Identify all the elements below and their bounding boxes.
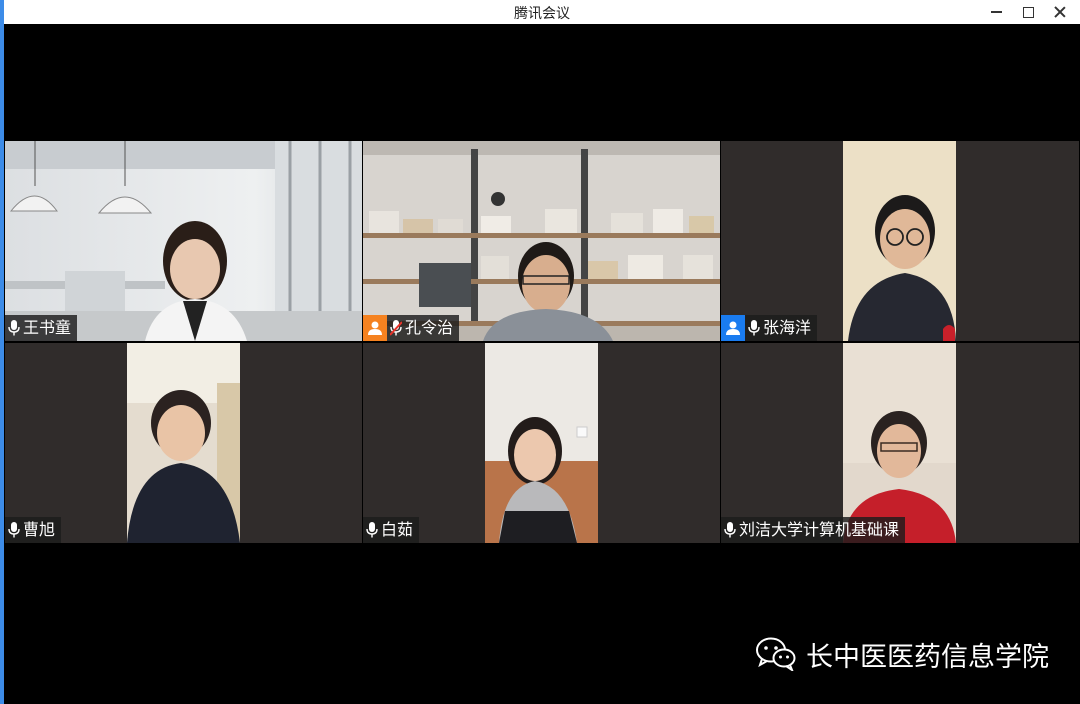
video-grid: 王书童 孔令治 张海洋 曹旭 白茹 刘洁大学计算机基础课 bbox=[5, 141, 1079, 543]
participant-name: 张海洋 bbox=[763, 318, 812, 337]
microphone-icon bbox=[366, 522, 378, 538]
participant-name: 王书童 bbox=[23, 318, 72, 337]
microphone-icon bbox=[8, 522, 20, 538]
close-icon bbox=[1054, 6, 1066, 18]
participant-name-tag: 白茹 bbox=[363, 517, 420, 543]
participant-name-tag: 王书童 bbox=[5, 315, 78, 341]
close-button[interactable] bbox=[1044, 0, 1076, 24]
participant-name: 孔令治 bbox=[405, 318, 454, 337]
video-feed bbox=[5, 141, 362, 341]
minimize-button[interactable] bbox=[980, 0, 1012, 24]
minimize-icon bbox=[990, 11, 1002, 13]
wechat-icon bbox=[756, 637, 796, 671]
participant-tile[interactable]: 王书童 bbox=[5, 141, 362, 341]
participant-name-tag: 张海洋 bbox=[721, 315, 818, 341]
title-bar[interactable]: 腾讯会议 bbox=[4, 0, 1080, 24]
video-feed bbox=[127, 343, 240, 543]
participant-tile[interactable]: 白茹 bbox=[363, 343, 720, 543]
microphone-icon bbox=[748, 320, 760, 336]
watermark: 长中医医药信息学院 bbox=[756, 634, 1049, 674]
maximize-button[interactable] bbox=[1012, 0, 1044, 24]
video-feed bbox=[843, 141, 956, 341]
participant-name: 白茹 bbox=[381, 520, 414, 539]
microphone-icon bbox=[8, 320, 20, 336]
watermark-text: 长中医医药信息学院 bbox=[806, 641, 1049, 673]
participant-name: 刘洁大学计算机基础课 bbox=[739, 520, 900, 539]
host-avatar-icon bbox=[363, 315, 387, 341]
video-feed bbox=[843, 343, 956, 543]
participant-name-tag: 曹旭 bbox=[5, 517, 62, 543]
participant-tile[interactable]: 张海洋 bbox=[721, 141, 1079, 341]
participant-name-tag: 孔令治 bbox=[363, 315, 460, 341]
cohost-avatar-icon bbox=[721, 315, 745, 341]
meeting-window: 腾讯会议 王书童 孔令治 张海洋 曹旭 白茹 刘洁大学计算机基础课 长中医医药信… bbox=[0, 0, 1080, 704]
participant-tile[interactable]: 曹旭 bbox=[5, 343, 362, 543]
video-feed bbox=[363, 141, 720, 341]
participant-name-tag: 刘洁大学计算机基础课 bbox=[721, 517, 906, 543]
video-feed bbox=[485, 343, 598, 543]
participant-tile[interactable]: 孔令治 bbox=[363, 141, 720, 341]
window-title: 腾讯会议 bbox=[514, 6, 570, 22]
participant-tile[interactable]: 刘洁大学计算机基础课 bbox=[721, 343, 1079, 543]
maximize-icon bbox=[1022, 6, 1034, 18]
participant-name: 曹旭 bbox=[23, 520, 56, 539]
microphone-icon bbox=[724, 522, 736, 538]
microphone-muted-icon bbox=[390, 320, 402, 336]
